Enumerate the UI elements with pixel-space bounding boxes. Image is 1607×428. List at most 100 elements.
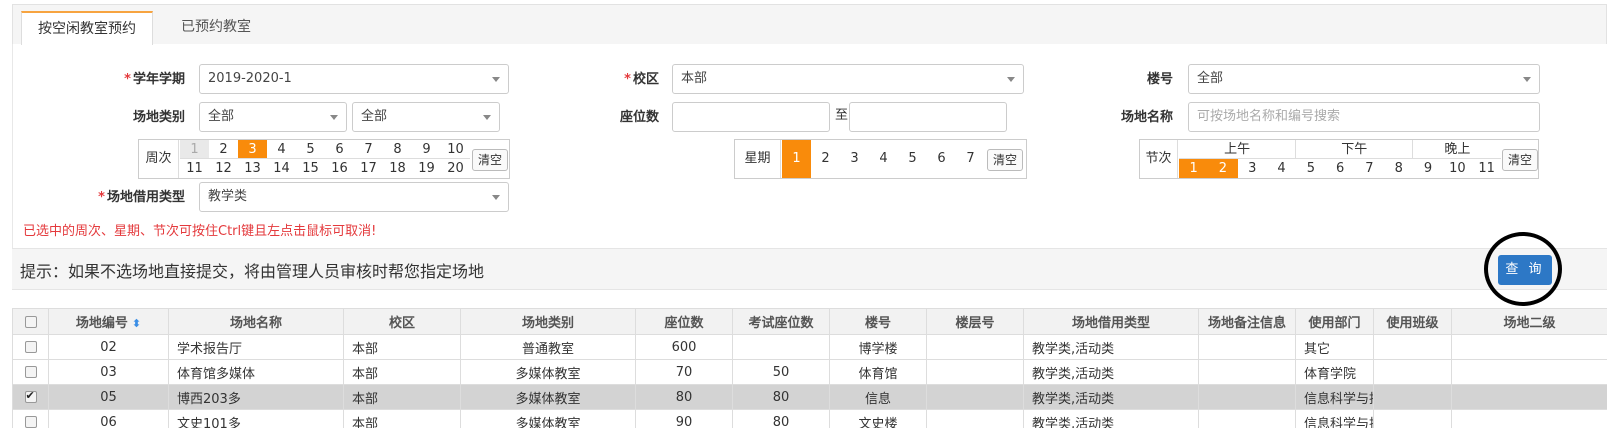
table-cell: 06 — [48, 409, 169, 428]
week-cell-3[interactable]: 3 — [238, 140, 267, 159]
table-header-row: 场地编号 ⬍ 场地名称 校区 场地类别 座位数 考试座位数 楼号 楼层号 场地借用… — [12, 308, 1607, 335]
header-borrow-type[interactable]: 场地借用类型 — [1023, 308, 1199, 335]
table-row[interactable]: 03 体育馆多媒体 本部 多媒体教室 70 50 体育馆 教学类,活动类 体育学院 — [12, 359, 1607, 385]
table-cell — [1451, 384, 1607, 410]
week-cell-14[interactable]: 14 — [267, 159, 296, 178]
weekday-cell-2[interactable]: 2 — [811, 140, 840, 178]
table-cell — [1373, 384, 1452, 410]
row-checkbox[interactable] — [24, 389, 37, 403]
period-group-label[interactable]: 晚上 — [1413, 140, 1502, 159]
week-cell-2[interactable]: 2 — [209, 140, 238, 159]
row-select-cell[interactable] — [12, 359, 49, 385]
weekday-cell-7[interactable]: 7 — [956, 140, 985, 178]
period-cell-2[interactable]: 2 — [1208, 159, 1238, 178]
header-floor[interactable]: 楼层号 — [926, 308, 1024, 335]
week-cell-7[interactable]: 7 — [354, 140, 383, 159]
period-cell-7[interactable]: 7 — [1355, 159, 1384, 178]
venue-subtype-select[interactable]: 全部 — [352, 102, 500, 132]
week-cell-15[interactable]: 15 — [296, 159, 325, 178]
table-cell — [926, 409, 1024, 428]
week-cell-11[interactable]: 11 — [180, 159, 209, 178]
table-cell: 信息 — [829, 384, 927, 410]
row-checkbox[interactable] — [24, 341, 37, 353]
weekday-cell-4[interactable]: 4 — [869, 140, 898, 178]
week-cell-5[interactable]: 5 — [296, 140, 325, 159]
venue-name-input[interactable]: 可按场地名称和编号搜索 — [1188, 102, 1540, 132]
header-department[interactable]: 使用部门 — [1295, 308, 1374, 335]
table-row[interactable]: 05博西203多本部多媒体教室8080信息教学类,活动类信息科学与技 — [12, 384, 1607, 410]
header-building[interactable]: 楼号 — [829, 308, 927, 335]
table-cell: 本部 — [343, 409, 461, 428]
table-row[interactable]: 02 学术报告厅 本部 普通教室 600 博学楼 教学类,活动类 其它 — [12, 334, 1607, 360]
week-cell-20[interactable]: 20 — [441, 159, 470, 178]
chevron-down-icon — [492, 77, 500, 82]
week-cell-9[interactable]: 9 — [412, 140, 441, 159]
chevron-down-icon — [492, 195, 500, 200]
weekday-cell-5[interactable]: 5 — [898, 140, 927, 178]
week-cell-19[interactable]: 19 — [412, 159, 441, 178]
weekday-cell-6[interactable]: 6 — [927, 140, 956, 178]
header-venue-name[interactable]: 场地名称 — [168, 308, 344, 335]
building-label: 楼号 — [1146, 72, 1173, 87]
borrow-type-select[interactable]: 教学类 — [199, 182, 509, 212]
select-all-cell[interactable] — [12, 308, 49, 335]
venue-type-select[interactable]: 全部 — [199, 102, 347, 132]
row-select-cell[interactable] — [12, 384, 49, 410]
header-class[interactable]: 使用班级 — [1373, 308, 1452, 335]
period-cell-1[interactable]: 1 — [1179, 159, 1209, 178]
table-cell: 博学楼 — [829, 334, 927, 360]
period-group-label[interactable]: 下午 — [1296, 140, 1414, 159]
row-select-cell[interactable] — [12, 334, 49, 360]
period-cell-8[interactable]: 8 — [1384, 159, 1413, 178]
header-campus[interactable]: 校区 — [343, 308, 461, 335]
period-cell-10[interactable]: 10 — [1443, 159, 1472, 178]
period-group-label[interactable]: 上午 — [1179, 140, 1297, 159]
header-exam-seats[interactable]: 考试座位数 — [732, 308, 830, 335]
period-cell-5[interactable]: 5 — [1296, 159, 1325, 178]
period-cell-6[interactable]: 6 — [1326, 159, 1355, 178]
week-cell-12[interactable]: 12 — [209, 159, 238, 178]
row-checkbox[interactable] — [24, 366, 37, 378]
table-cell — [926, 334, 1024, 360]
period-clear-button[interactable]: 清空 — [1502, 149, 1538, 171]
seats-min-input[interactable] — [672, 102, 830, 132]
period-cell-11[interactable]: 11 — [1472, 159, 1501, 178]
week-cell-1[interactable]: 1 — [180, 140, 209, 159]
sort-icon[interactable]: ⬍ — [132, 318, 141, 329]
header-venue-type[interactable]: 场地类别 — [460, 308, 636, 335]
week-cell-16[interactable]: 16 — [325, 159, 354, 178]
header-secondary[interactable]: 场地二级 — [1451, 308, 1607, 335]
table-cell — [1198, 384, 1296, 410]
week-cell-6[interactable]: 6 — [325, 140, 354, 159]
weekday-clear-button[interactable]: 清空 — [987, 149, 1023, 171]
weekday-cell-3[interactable]: 3 — [840, 140, 869, 178]
header-venue-code[interactable]: 场地编号 ⬍ — [48, 308, 169, 335]
week-cell-10[interactable]: 10 — [441, 140, 470, 159]
select-all-checkbox[interactable] — [24, 315, 37, 328]
campus-select[interactable]: 本部 — [672, 64, 1024, 94]
seats-max-input[interactable] — [849, 102, 1007, 132]
tab-booked-classrooms[interactable]: 已预约教室 — [165, 11, 267, 45]
period-cell-9[interactable]: 9 — [1413, 159, 1442, 178]
tab-book-free-classroom[interactable]: 按空闲教室预约 — [21, 11, 153, 45]
venue-type-label: 场地类别 — [132, 110, 185, 125]
week-clear-button[interactable]: 清空 — [472, 149, 508, 171]
week-cell-4[interactable]: 4 — [267, 140, 296, 159]
building-select[interactable]: 全部 — [1188, 64, 1540, 94]
row-select-cell[interactable] — [12, 409, 49, 428]
term-select[interactable]: 2019-2020-1 — [199, 64, 509, 94]
period-cell-3[interactable]: 3 — [1238, 159, 1267, 178]
week-cell-17[interactable]: 17 — [354, 159, 383, 178]
table-cell — [1373, 334, 1452, 360]
header-remarks[interactable]: 场地备注信息 — [1198, 308, 1296, 335]
row-checkbox[interactable] — [24, 416, 37, 428]
table-row[interactable]: 06文史101多本部多媒体教室9080文史楼 教学类,活动类 信息科学与技 — [12, 409, 1607, 428]
week-cell-8[interactable]: 8 — [383, 140, 412, 159]
weekday-cell-1[interactable]: 1 — [782, 140, 811, 178]
week-cell-18[interactable]: 18 — [383, 159, 412, 178]
period-cell-4[interactable]: 4 — [1267, 159, 1296, 178]
week-cell-13[interactable]: 13 — [238, 159, 267, 178]
header-seats[interactable]: 座位数 — [635, 308, 733, 335]
table-cell: 其它 — [1295, 334, 1374, 360]
table-cell: 本部 — [343, 384, 461, 410]
